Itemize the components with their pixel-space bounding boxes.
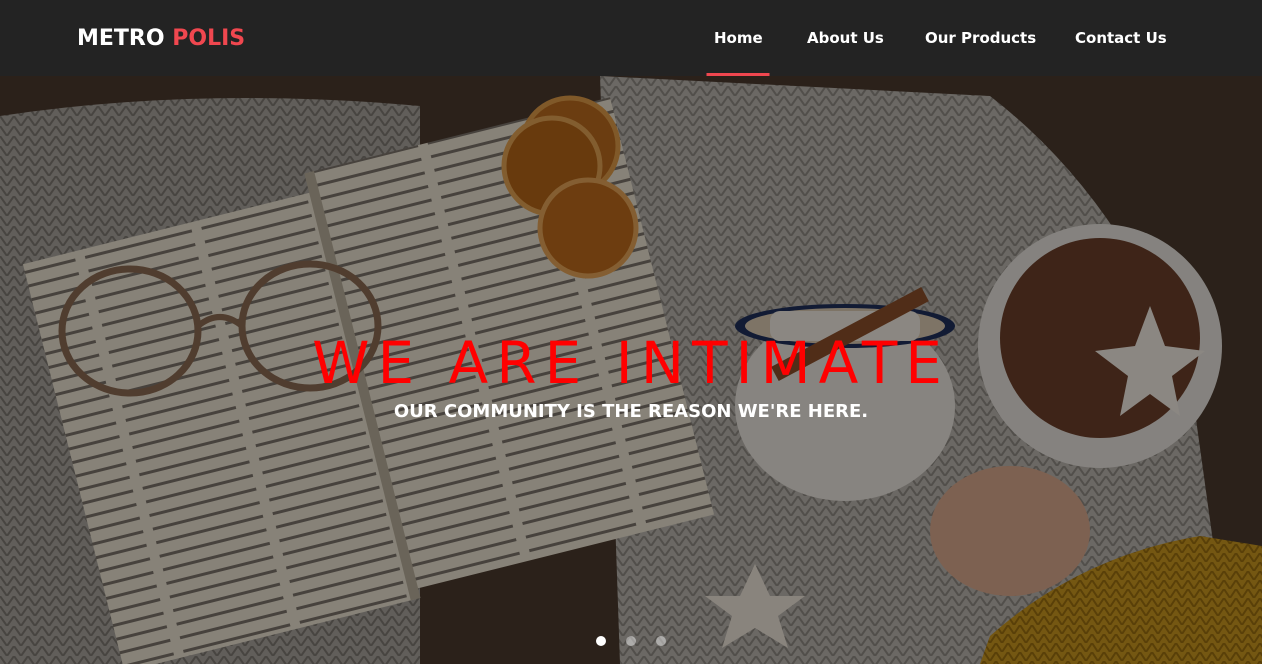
nav-about-us[interactable]: About Us <box>807 0 884 76</box>
slide-dot-2[interactable] <box>626 636 636 646</box>
hero-subtitle: OUR COMMUNITY IS THE REASON WE'RE HERE. <box>393 401 869 422</box>
nav-contact-us[interactable]: Contact Us <box>1075 0 1167 76</box>
brand-part-1: METRO <box>77 26 165 51</box>
brand-logo[interactable]: METRO POLIS <box>77 24 245 54</box>
hero-slider: WE ARE INTIMATE OUR COMMUNITY IS THE REA… <box>0 76 1262 664</box>
brand-part-2: POLIS <box>172 26 246 51</box>
nav-our-products[interactable]: Our Products <box>925 0 1036 76</box>
slide-dot-1[interactable] <box>596 636 606 646</box>
slider-dots <box>0 636 1262 646</box>
navbar: METRO POLIS Home About Us Our Products C… <box>0 0 1262 76</box>
hero-title: WE ARE INTIMATE <box>312 329 950 397</box>
slide-dot-3[interactable] <box>656 636 666 646</box>
nav-home[interactable]: Home <box>714 0 763 76</box>
